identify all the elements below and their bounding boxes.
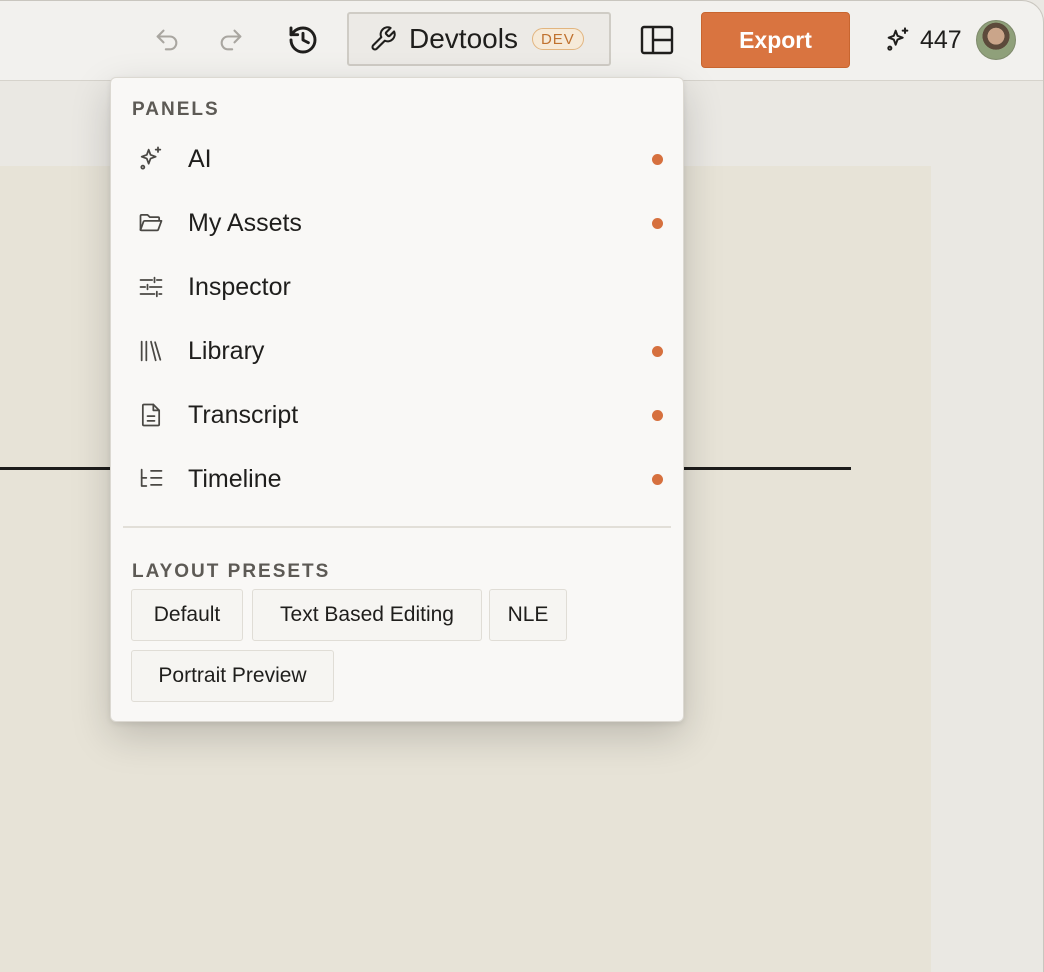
redo-button[interactable] (209, 18, 253, 62)
panel-item-label: Transcript (188, 401, 299, 429)
user-avatar[interactable] (976, 20, 1016, 60)
active-indicator-dot (652, 218, 663, 229)
sparkles-icon (140, 146, 162, 170)
panel-item-label: My Assets (188, 209, 302, 237)
sidebar-layout-icon (640, 25, 674, 55)
undo-button[interactable] (145, 18, 189, 62)
panel-item-ai[interactable]: AI (123, 131, 673, 187)
active-indicator-dot (652, 346, 663, 357)
history-icon (289, 26, 317, 54)
panel-item-label: AI (188, 145, 212, 173)
preset-default-button[interactable]: Default (131, 589, 243, 641)
layout-presets-heading: LAYOUT PRESETS (132, 561, 331, 582)
history-button[interactable] (281, 18, 325, 62)
top-toolbar: Devtools DEV Export 447 (0, 0, 1043, 81)
panel-item-library[interactable]: Library (123, 323, 673, 379)
active-indicator-dot (652, 154, 663, 165)
preset-portrait-preview-button[interactable]: Portrait Preview (131, 650, 334, 702)
redo-icon (220, 29, 242, 51)
timeline-icon (140, 468, 163, 487)
panel-item-timeline[interactable]: Timeline (123, 451, 673, 507)
panel-item-label: Library (188, 337, 265, 365)
active-indicator-dot (652, 410, 663, 421)
credits-count: 447 (920, 25, 962, 54)
folder-open-icon (139, 213, 163, 232)
devtools-label: Devtools (409, 23, 518, 54)
wrench-icon (371, 26, 396, 51)
panels-heading: PANELS (132, 99, 220, 120)
panel-item-transcript[interactable]: Transcript (123, 387, 673, 443)
document-icon (141, 403, 161, 427)
panel-item-label: Inspector (188, 273, 291, 301)
menu-divider (123, 526, 671, 528)
panels-dropdown-menu: PANELS AI My Assets Inspector Library Tr… (110, 77, 684, 722)
panel-item-label: Timeline (188, 465, 282, 493)
active-indicator-dot (652, 474, 663, 485)
library-icon (140, 340, 162, 362)
sparkles-icon (887, 27, 909, 51)
undo-icon (156, 29, 178, 51)
preset-text-based-editing-button[interactable]: Text Based Editing (252, 589, 482, 641)
devtools-button[interactable]: Devtools DEV (347, 12, 611, 66)
dev-badge: DEV (531, 28, 584, 50)
ai-credits[interactable]: 447 (884, 24, 962, 56)
preset-nle-button[interactable]: NLE (489, 589, 567, 641)
export-button[interactable]: Export (701, 12, 850, 68)
sliders-icon (139, 276, 163, 298)
panel-item-my-assets[interactable]: My Assets (123, 195, 673, 251)
layout-toggle-button[interactable] (635, 18, 679, 62)
panel-item-inspector[interactable]: Inspector (123, 259, 673, 315)
